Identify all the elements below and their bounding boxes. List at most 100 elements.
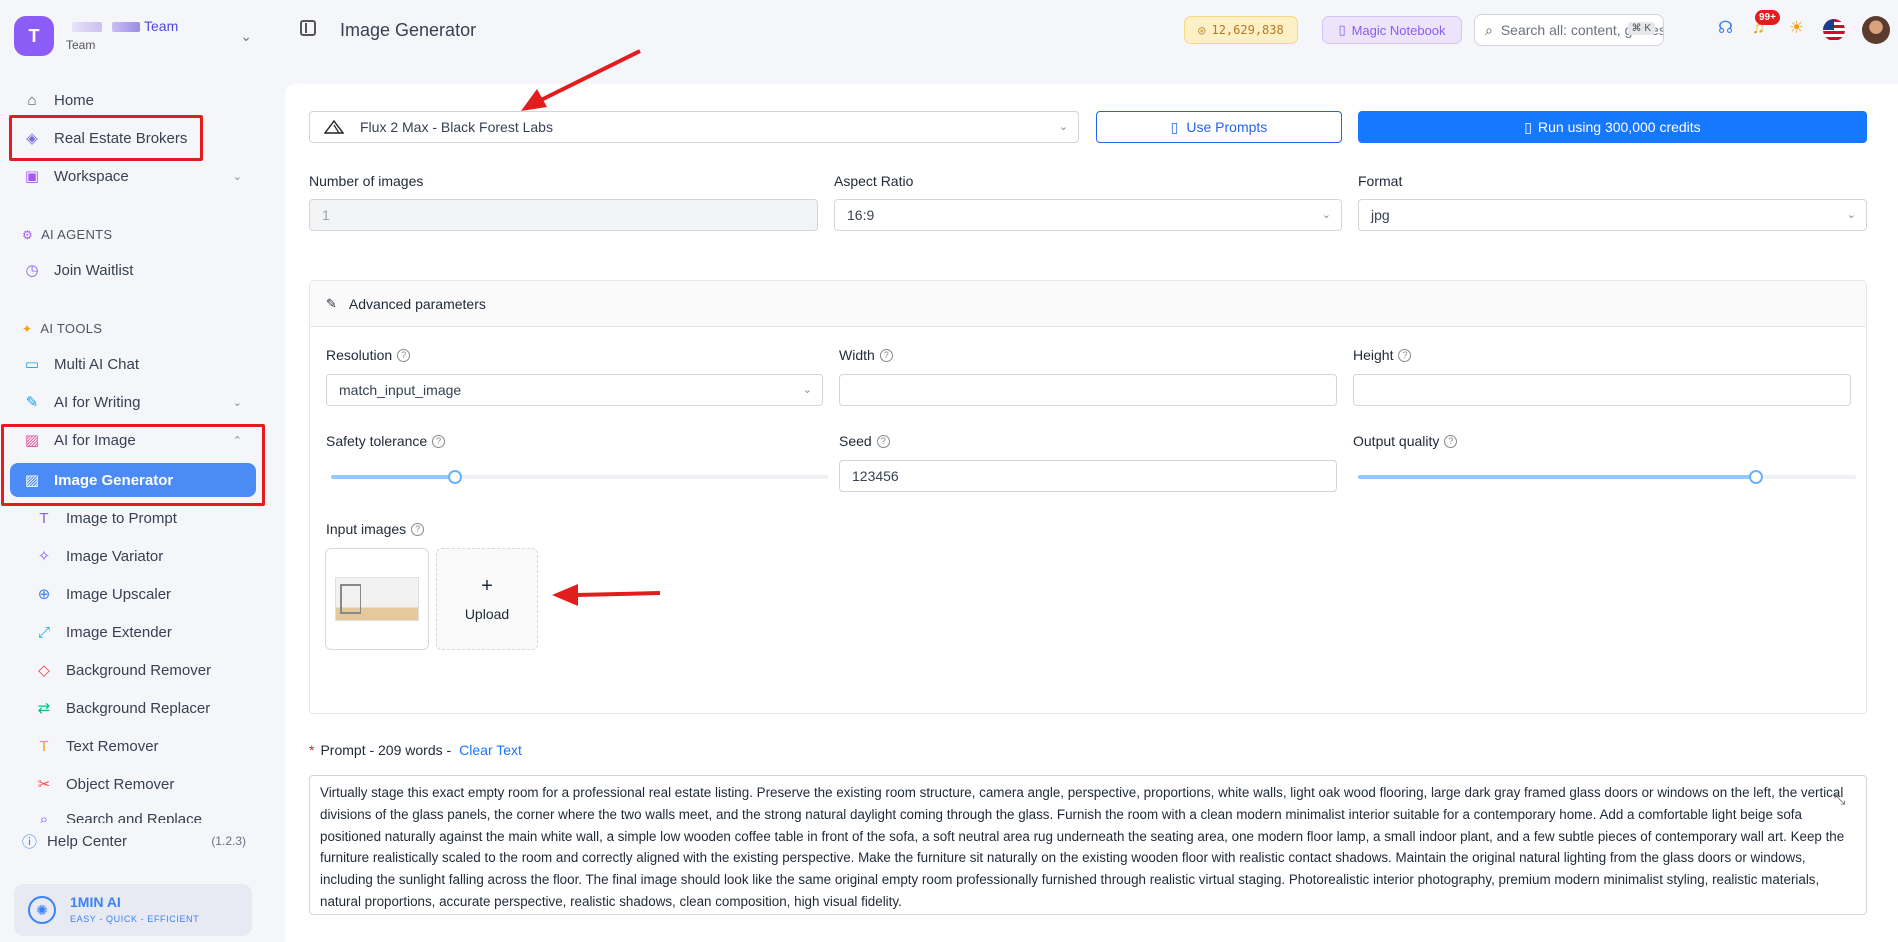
run-button[interactable]: ▯ Run using 300,000 credits bbox=[1358, 111, 1867, 143]
seed-value: 123456 bbox=[852, 468, 899, 484]
safety-tolerance-slider[interactable] bbox=[331, 470, 828, 484]
height-label: Height ? bbox=[1353, 347, 1412, 363]
team-switcher[interactable]: T Team Team ⌄ bbox=[14, 16, 252, 56]
us-flag-icon[interactable] bbox=[1823, 19, 1845, 41]
magic-notebook-label: Magic Notebook bbox=[1351, 22, 1446, 38]
sidebar-item-search-and-replace[interactable]: ⌕ Search and Replace bbox=[10, 805, 256, 823]
sidebar-item-label: AI for Writing bbox=[54, 393, 141, 411]
model-select[interactable]: Flux 2 Max - Black Forest Labs ⌄ bbox=[309, 111, 1079, 143]
sidebar-item-object-remover[interactable]: ✂ Object Remover bbox=[10, 767, 256, 801]
version-label: (1.2.3) bbox=[211, 834, 246, 848]
input-images-label-text: Input images bbox=[326, 521, 407, 537]
sidebar: T Team Team ⌄ ⌂ Home ◈ Real Estate Broke… bbox=[0, 0, 266, 942]
section-label-text: AI TOOLS bbox=[40, 321, 103, 336]
annotation-highlight-box bbox=[1, 424, 265, 506]
shortcut-hint: ⌘ K bbox=[1627, 22, 1655, 35]
user-avatar[interactable] bbox=[1862, 16, 1890, 44]
chevron-down-icon: ⌄ bbox=[1058, 121, 1068, 133]
magic-notebook-button[interactable]: ▯ Magic Notebook bbox=[1322, 16, 1462, 44]
credits-badge[interactable]: ◎ 12,629,838 bbox=[1184, 16, 1298, 44]
help-icon[interactable]: ? bbox=[411, 522, 425, 536]
format-select[interactable]: jpg ⌄ bbox=[1358, 199, 1867, 231]
sidebar-item-label: Image Upscaler bbox=[66, 585, 172, 603]
num-images-label-text: Number of images bbox=[309, 173, 424, 189]
input-images-label: Input images ? bbox=[326, 521, 425, 537]
help-icon: ⓘ bbox=[22, 833, 38, 851]
aspect-ratio-value: 16:9 bbox=[847, 207, 875, 223]
sidebar-item-multi-ai-chat[interactable]: ▭ Multi AI Chat bbox=[10, 347, 256, 381]
seed-label-text: Seed bbox=[839, 433, 872, 449]
output-quality-label: Output quality ? bbox=[1353, 433, 1458, 449]
seed-input[interactable]: 123456 bbox=[839, 460, 1337, 492]
upload-button[interactable]: + Upload bbox=[436, 548, 538, 650]
output-quality-label-text: Output quality bbox=[1353, 433, 1440, 449]
sidebar-item-workspace[interactable]: ▣ Workspace ⌄ bbox=[10, 159, 256, 193]
chevron-down-icon: ⌄ bbox=[1321, 209, 1331, 221]
input-image-thumbnail[interactable] bbox=[325, 548, 429, 650]
sidebar-collapse-icon[interactable] bbox=[300, 20, 316, 36]
num-images-input[interactable]: 1 bbox=[309, 199, 818, 231]
clear-text-link[interactable]: Clear Text bbox=[459, 742, 522, 758]
brand-card[interactable]: ✺ 1MIN AI EASY - QUICK - EFFICIENT bbox=[14, 884, 252, 936]
advanced-parameters-panel: ✎ Advanced parameters bbox=[309, 280, 1867, 714]
aspect-ratio-select[interactable]: 16:9 ⌄ bbox=[834, 199, 1342, 231]
sidebar-item-home[interactable]: ⌂ Home bbox=[10, 83, 256, 117]
sun-icon[interactable]: ☀ bbox=[1789, 18, 1804, 38]
home-icon: ⌂ bbox=[27, 91, 37, 109]
resolution-select[interactable]: match_input_image ⌄ bbox=[326, 374, 823, 406]
format-value: jpg bbox=[1371, 207, 1390, 223]
sidebar-item-image-variator[interactable]: ✧ Image Variator bbox=[10, 539, 256, 573]
sidebar-item-ai-for-writing[interactable]: ✎ AI for Writing ⌄ bbox=[10, 385, 256, 419]
help-icon[interactable]: ? bbox=[397, 348, 411, 362]
chevron-down-icon: ⌄ bbox=[240, 28, 252, 44]
replace-icon: ⇄ bbox=[37, 700, 51, 717]
output-quality-slider[interactable] bbox=[1358, 470, 1856, 484]
help-icon[interactable]: ? bbox=[879, 348, 893, 362]
chevron-down-icon: ⌄ bbox=[802, 384, 812, 396]
page-title: Image Generator bbox=[340, 20, 477, 40]
advanced-parameters-header[interactable]: ✎ Advanced parameters bbox=[310, 281, 1866, 327]
sidebar-item-image-upscaler[interactable]: ⊕ Image Upscaler bbox=[10, 577, 256, 611]
sidebar-item-label: Image Extender bbox=[66, 623, 172, 641]
sidebar-item-background-replacer[interactable]: ⇄ Background Replacer bbox=[10, 691, 256, 725]
slider-fill bbox=[1358, 475, 1757, 479]
width-input[interactable] bbox=[839, 374, 1337, 406]
sidebar-item-background-remover[interactable]: ◇ Background Remover bbox=[10, 653, 256, 687]
help-icon[interactable]: ? bbox=[1444, 434, 1458, 448]
slider-fill bbox=[331, 475, 456, 479]
triangle-logo-icon bbox=[324, 120, 344, 134]
sidebar-item-text-remover[interactable]: T Text Remover bbox=[10, 729, 256, 763]
sidebar-item-label: Background Replacer bbox=[66, 699, 211, 717]
model-select-value: Flux 2 Max - Black Forest Labs bbox=[360, 119, 553, 135]
help-center-link[interactable]: ⓘ Help Center (1.2.3) bbox=[22, 829, 246, 853]
global-search-input[interactable]: ⌕ Search all: content, guides... ⌘ K bbox=[1474, 14, 1664, 46]
headset-icon[interactable]: ☊ bbox=[1718, 18, 1733, 38]
resize-icon[interactable]: ⤡ bbox=[1834, 791, 1845, 808]
sidebar-item-label: Image to Prompt bbox=[66, 509, 177, 527]
resolution-label-text: Resolution bbox=[326, 347, 393, 363]
search-icon: ⌕ bbox=[1485, 21, 1493, 38]
required-marker: * bbox=[309, 742, 315, 758]
section-label-text: AI AGENTS bbox=[41, 227, 113, 242]
advanced-parameters-title: Advanced parameters bbox=[348, 295, 486, 312]
clock-icon: ◷ bbox=[25, 262, 39, 279]
safety-tolerance-label: Safety tolerance ? bbox=[326, 433, 446, 449]
help-icon[interactable]: ? bbox=[876, 434, 890, 448]
safety-tolerance-label-text: Safety tolerance bbox=[326, 433, 428, 449]
use-prompts-button[interactable]: ▯ Use Prompts bbox=[1096, 111, 1342, 143]
chevron-down-icon: ⌄ bbox=[232, 396, 242, 409]
sidebar-item-image-to-prompt[interactable]: T Image to Prompt bbox=[10, 501, 256, 535]
sidebar-item-join-waitlist[interactable]: ◷ Join Waitlist bbox=[10, 253, 256, 287]
prompt-textarea[interactable]: Virtually stage this exact empty room fo… bbox=[309, 775, 1867, 915]
team-name-redacted-2 bbox=[112, 22, 140, 32]
empty-room-image bbox=[335, 577, 419, 621]
help-icon[interactable]: ? bbox=[1398, 348, 1412, 362]
sidebar-item-image-extender[interactable]: ⤢ Image Extender bbox=[10, 615, 256, 649]
robot-icon: ⚙ bbox=[22, 227, 34, 242]
eraser-icon: ◇ bbox=[38, 662, 50, 679]
chevron-down-icon: ⌄ bbox=[1846, 209, 1856, 221]
sparkle-icon: ✦ bbox=[22, 321, 33, 336]
sidebar-item-label: Search and Replace bbox=[66, 811, 202, 823]
help-icon[interactable]: ? bbox=[432, 434, 446, 448]
height-input[interactable] bbox=[1353, 374, 1851, 406]
